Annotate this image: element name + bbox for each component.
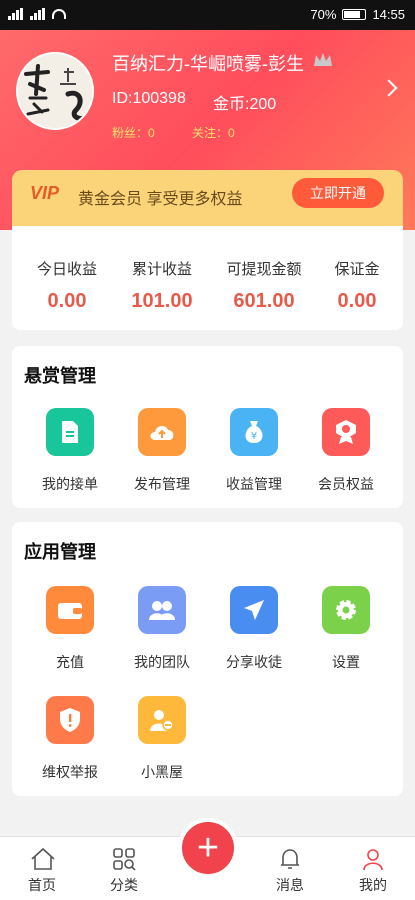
money-bag-icon: ¥ xyxy=(230,408,278,456)
blacklist-button[interactable]: 小黑屋 xyxy=(116,696,208,782)
bell-icon xyxy=(278,847,302,871)
tile-label: 充值 xyxy=(56,654,84,670)
battery-percent: 70% xyxy=(310,7,337,22)
crown-icon xyxy=(314,53,332,66)
tab-label: 首页 xyxy=(28,877,56,893)
battery-icon xyxy=(342,9,367,20)
stat-value: 601.00 xyxy=(233,290,295,312)
publish-management-button[interactable]: 发布管理 xyxy=(116,408,208,494)
plus-icon: + xyxy=(196,827,220,869)
tab-home[interactable]: 首页 xyxy=(2,847,82,895)
svg-text:¥: ¥ xyxy=(251,431,257,442)
follow-stat[interactable]: 关注：0 xyxy=(192,124,235,141)
section-title: 应用管理 xyxy=(24,542,96,562)
earnings-management-button[interactable]: ¥ 收益管理 xyxy=(208,408,300,494)
signal-icon xyxy=(30,8,46,20)
tab-messages[interactable]: 消息 xyxy=(250,847,330,895)
tile-label: 会员权益 xyxy=(318,476,374,492)
stat-value: 0.00 xyxy=(337,290,377,312)
tab-label: 我的 xyxy=(359,877,387,893)
wifi-icon xyxy=(52,9,66,19)
stat-label: 保证金 xyxy=(334,261,380,278)
reward-management-card: 悬赏管理 我的接单 发布管理 ¥ 收益管理 会员权益 xyxy=(12,346,403,508)
status-bar: 70% 14:55 xyxy=(0,0,415,30)
follow-count: 0 xyxy=(228,126,235,140)
gear-icon xyxy=(322,586,370,634)
tab-category[interactable]: 分类 xyxy=(84,847,164,895)
tile-label: 收益管理 xyxy=(226,476,282,492)
tile-label: 维权举报 xyxy=(42,764,98,780)
publish-plus-button[interactable]: + xyxy=(178,818,238,878)
recharge-button[interactable]: 充值 xyxy=(24,586,116,672)
earnings-stats: 今日收益 0.00 累计收益 101.00 可提现金额 601.00 保证金 0… xyxy=(12,226,403,330)
fans-label: 粉丝： xyxy=(112,126,149,140)
clock: 14:55 xyxy=(372,7,405,22)
vip-text: 黄金会员 享受更多权益 xyxy=(78,191,243,208)
avatar[interactable] xyxy=(16,52,94,130)
stat-label: 可提现金额 xyxy=(226,261,302,278)
tile-label: 我的接单 xyxy=(42,476,98,492)
stat-value: 101.00 xyxy=(131,290,193,312)
stat-label: 累计收益 xyxy=(131,261,192,278)
stat-value: 0.00 xyxy=(47,290,87,312)
my-team-button[interactable]: 我的团队 xyxy=(116,586,208,672)
grid-search-icon xyxy=(112,847,136,871)
tile-label: 我的团队 xyxy=(134,654,190,670)
person-icon xyxy=(361,847,385,871)
user-id: ID:100398 xyxy=(112,90,186,107)
team-icon xyxy=(138,586,186,634)
fans-stat[interactable]: 粉丝：0 xyxy=(112,124,155,141)
follow-label: 关注： xyxy=(192,126,229,140)
app-management-card: 应用管理 充值 我的团队 分享收徒 设置 维权举报 小黑屋 xyxy=(12,522,403,796)
tab-mine[interactable]: 我的 xyxy=(333,847,413,895)
signal-icon xyxy=(8,8,24,20)
stat-label: 今日收益 xyxy=(36,261,97,278)
tab-label: 消息 xyxy=(276,877,304,893)
home-icon xyxy=(30,847,55,871)
document-icon xyxy=(46,408,94,456)
cloud-upload-icon xyxy=(138,408,186,456)
share-recruit-button[interactable]: 分享收徒 xyxy=(208,586,300,672)
my-orders-button[interactable]: 我的接单 xyxy=(24,408,116,494)
tile-label: 分享收徒 xyxy=(226,654,282,670)
open-vip-button[interactable]: 立即开通 xyxy=(292,178,384,208)
status-left xyxy=(8,8,66,20)
tile-label: 设置 xyxy=(332,654,360,670)
tab-label: 分类 xyxy=(110,877,138,893)
tile-label: 小黑屋 xyxy=(141,764,183,780)
tile-label: 发布管理 xyxy=(134,476,190,492)
wallet-icon xyxy=(46,586,94,634)
user-block-icon xyxy=(138,696,186,744)
vip-banner: VIP 黄金会员 享受更多权益 立即开通 xyxy=(12,170,403,226)
settings-button[interactable]: 设置 xyxy=(300,586,392,672)
badge-icon xyxy=(322,408,370,456)
fans-count: 0 xyxy=(148,126,155,140)
paper-plane-icon xyxy=(230,586,278,634)
member-benefits-button[interactable]: 会员权益 xyxy=(300,408,392,494)
report-rights-button[interactable]: 维权举报 xyxy=(24,696,116,782)
calligraphy-avatar-icon xyxy=(18,54,92,128)
section-title: 悬赏管理 xyxy=(24,366,96,386)
chevron-right-icon[interactable] xyxy=(380,79,398,97)
shield-icon xyxy=(46,696,94,744)
user-name: 百纳汇力-华崛喷雾-彭生 xyxy=(112,54,304,74)
coin-balance: 金币:200 xyxy=(213,96,277,113)
status-right: 70% 14:55 xyxy=(310,7,405,22)
vip-tag: VIP xyxy=(30,183,60,203)
